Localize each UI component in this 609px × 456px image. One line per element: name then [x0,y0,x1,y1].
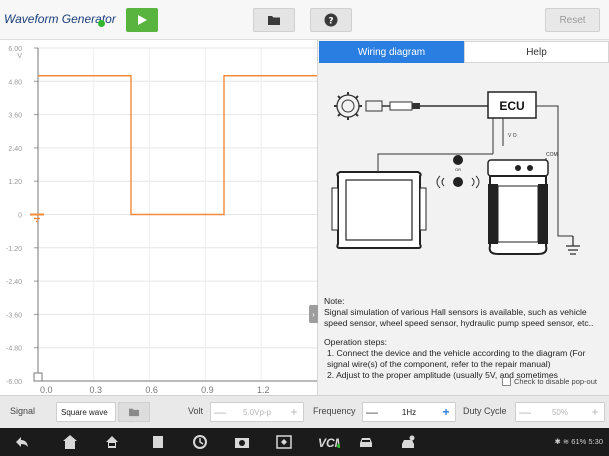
svg-text:OR: OR [455,167,461,172]
vehicle-home-icon[interactable] [104,434,120,450]
system-navigation-bar: VCM ✱ ≋ 61% 5:30 [0,428,609,456]
x-origin-marker-icon [33,372,43,382]
folder-icon [268,16,280,25]
disable-popout-option[interactable]: Check to disable pop-out [502,377,597,386]
clock: 5:30 [588,437,603,446]
top-toolbar: Waveform Generator ? Reset [0,0,609,40]
duty-decrease-button[interactable]: — [516,405,534,419]
x-tick-label: 0.6 [145,385,158,395]
help-button[interactable]: ? [310,8,352,32]
signal-file-button[interactable] [118,402,150,422]
ecu-label: ECU [499,99,524,113]
volt-decrease-button[interactable]: — [211,405,229,419]
hall-sensor-icon [365,100,488,112]
y-tick-label: 1.20 [8,179,22,186]
x-tick-label: 0.3 [90,385,103,395]
wifi-status-icon: ≋ [562,437,570,446]
help-icon: ? [324,13,338,27]
y-tick-label: -6.00 [6,379,22,386]
y-tick-label: 0 [18,213,22,220]
frequency-label: Frequency [313,406,356,416]
disable-popout-label: Check to disable pop-out [514,377,597,386]
camera-icon[interactable] [234,434,250,450]
signal-label: Signal [10,406,36,416]
info-panel: › Wiring diagram Help ECU V O COM OR Not… [309,40,609,395]
y-tick-label: -4.80 [6,346,22,353]
com-label: COM [546,152,558,158]
y-tick-label: -2.40 [6,279,22,286]
volt-stepper: — 5.0Vp-p + [210,402,304,422]
step-1: 1. Connect the device and the vehicle ac… [327,348,586,369]
status-indicator-icon [98,20,105,27]
x-tick-label: 1.2 [257,385,270,395]
folder-icon [129,408,139,417]
duty-cycle-value: 50% [551,407,568,417]
generator-controls: Signal Square wave Volt — 5.0Vp-p + Freq… [0,395,609,428]
play-button[interactable] [126,8,158,32]
frequency-increase-button[interactable]: + [437,405,455,419]
waveform-plot: 6.00 4.80 3.60 2.40 1.20 0 -1.20 -2.40 -3.60 -4.8… [6,46,317,395]
app-root: Waveform Generator ? Reset 6.00 4.80 3.60 2… [0,0,609,456]
note-body: Signal simulation of various Hall sensor… [324,307,594,328]
recent-apps-icon[interactable] [150,434,166,450]
duty-cycle-label: Duty Cycle [463,406,507,416]
frequency-value: 1Hz [401,407,417,417]
y-tick-label: 2.40 [8,146,22,153]
battery-level: 61% [571,437,587,446]
duty-increase-button[interactable]: + [586,405,604,419]
service-car-icon[interactable] [400,434,416,450]
signal-type-select[interactable]: Square wave [56,402,116,422]
y-tick-label: -3.60 [6,312,22,319]
volt-label: Volt [188,406,204,416]
bluetooth-icon: ✱ [554,437,561,446]
duty-cycle-stepper: — 50% + [515,402,605,422]
usb-icon: OR [453,155,463,172]
x-tick-label: 0.9 [201,385,214,395]
help-note: Note: Signal simulation of various Hall … [324,296,606,386]
volt-value: 5.0Vp-p [242,407,272,417]
tablet-device-icon [331,171,427,249]
waveform-line [38,75,317,216]
note-title: Note: [324,296,345,306]
wiring-diagram: ECU V O COM OR [331,91,580,255]
reset-button[interactable]: Reset [545,8,600,32]
back-icon[interactable] [14,434,30,450]
y-unit-label: V [17,53,22,60]
frequency-decrease-button[interactable]: — [363,405,381,419]
sensor-gear-icon [334,92,362,120]
steps-title: Operation steps: [324,337,388,347]
vo-label: V O [508,133,517,139]
y-tick-label: 3.60 [8,113,22,120]
tab-wiring-diagram[interactable]: Wiring diagram [319,41,464,63]
status-indicators: ✱ ≋ 61% 5:30 [555,437,604,446]
car-icon[interactable] [358,434,374,450]
tab-help[interactable]: Help [464,41,609,63]
svg-text:?: ? [328,17,333,27]
volt-increase-button[interactable]: + [285,405,303,419]
svg-text:VCM: VCM [318,436,340,450]
disable-popout-checkbox[interactable] [502,377,511,386]
vcm-icon[interactable]: VCM [318,434,340,450]
collapse-panel-handle[interactable]: › [309,305,318,323]
frequency-stepper: — 1Hz + [362,402,456,422]
x-tick-label: 0.0 [40,385,53,395]
wifi-icon [436,175,480,189]
y-tick-label: -1.20 [6,246,22,253]
home-icon[interactable] [62,434,78,450]
y-tick-label: 6.00 [8,46,22,53]
y-tick-label: 4.80 [8,79,22,86]
ground-icon [566,236,580,255]
open-file-button[interactable] [253,8,295,32]
screenshot-icon[interactable] [276,434,292,450]
vci-device-icon [487,159,549,255]
play-icon [138,15,147,25]
waveform-chart: 6.00 4.80 3.60 2.40 1.20 0 -1.20 -2.40 -3.60 -4.8… [0,40,317,395]
browser-icon[interactable] [192,434,208,450]
